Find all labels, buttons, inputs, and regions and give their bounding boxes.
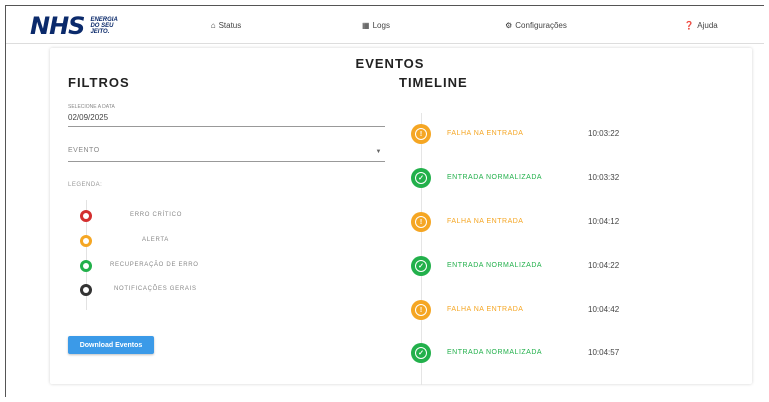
timeline-event-label: FALHA NA ENTRADA [447,130,524,137]
legend-item-notificacoes: NOTIFICAÇÕES GERAIS [80,284,230,298]
help-icon: ❓ [684,20,695,30]
dropdown-arrow-icon: ▼ [375,149,382,155]
top-navbar: NHS ENERGIA DO SEU JEITO. ⌂ Status ▦ Log… [6,6,764,44]
event-select[interactable]: EVENTO ▼ [68,147,385,162]
nav-ajuda[interactable]: ❓ Ajuda [656,6,746,44]
check-icon: ✓ [411,343,431,363]
check-icon: ✓ [411,168,431,188]
filters-title: FILTROS [68,75,130,90]
timeline-event-label: FALHA NA ENTRADA [447,306,524,313]
timeline-event-time: 10:03:32 [588,173,620,182]
logo-line-3: JEITO. [90,29,110,35]
legend-text: ERRO CRÍTICO [130,212,183,218]
nav-logs-label: Logs [372,20,390,30]
legend-text: ALERTA [142,237,169,243]
recovery-circle-icon [80,260,92,272]
timeline-event: ✓ ENTRADA NORMALIZADA 10:04:57 [411,343,671,365]
timeline-event-label: ENTRADA NORMALIZADA [447,174,543,181]
timeline-event-time: 10:04:57 [588,348,620,357]
timeline-event-label: ENTRADA NORMALIZADA [447,349,543,356]
timeline-event-label: ENTRADA NORMALIZADA [447,262,543,269]
document-icon: ▦ [362,20,370,30]
timeline-event: ! FALHA NA ENTRADA 10:04:42 [411,300,671,322]
download-events-button[interactable]: Download Eventos [68,336,154,354]
legend-item-alerta: ALERTA [80,235,230,249]
nav-ajuda-label: Ajuda [697,20,718,30]
legend-text: RECUPERAÇÃO DE ERRO [110,262,199,268]
logo-mark: NHS [30,12,85,40]
timeline-event-time: 10:04:22 [588,261,620,270]
timeline-event-time: 10:04:42 [588,305,620,314]
timeline-event-time: 10:03:22 [588,129,620,138]
error-circle-icon [80,210,92,222]
logo-tagline: ENERGIA DO SEU JEITO. [90,17,117,35]
nhs-logo[interactable]: NHS ENERGIA DO SEU JEITO. [30,12,118,40]
alert-icon: ! [411,300,431,320]
date-input[interactable]: 02/09/2025 [68,112,385,127]
alert-circle-icon [80,235,92,247]
legend-label: LEGENDA: [68,182,103,188]
nav-configuracoes[interactable]: ⚙ Configurações [481,6,591,44]
timeline-event-time: 10:04:12 [588,217,620,226]
nav-logs[interactable]: ▦ Logs [326,6,426,44]
legend-item-recuperacao: RECUPERAÇÃO DE ERRO [80,260,230,274]
timeline-event: ! FALHA NA ENTRADA 10:03:22 [411,124,671,146]
nav-status-label: Status [218,20,242,30]
alert-icon: ! [411,212,431,232]
date-field-label: SELECIONE A DATA [68,104,115,110]
home-icon: ⌂ [210,20,216,30]
nav-config-label: Configurações [515,20,567,30]
notification-circle-icon [80,284,92,296]
alert-icon: ! [411,124,431,144]
timeline-event-label: FALHA NA ENTRADA [447,218,524,225]
page-title: EVENTOS [355,56,425,71]
check-icon: ✓ [411,256,431,276]
legend-item-erro-critico: ERRO CRÍTICO [80,210,230,224]
nav-status[interactable]: ⌂ Status [176,6,276,44]
timeline-title: TIMELINE [399,75,468,90]
timeline-event: ! FALHA NA ENTRADA 10:04:12 [411,212,671,234]
gears-icon: ⚙ [505,20,513,30]
legend-text: NOTIFICAÇÕES GERAIS [114,286,197,292]
timeline-event: ✓ ENTRADA NORMALIZADA 10:03:32 [411,168,671,190]
event-select-placeholder: EVENTO [68,147,100,154]
timeline-event: ✓ ENTRADA NORMALIZADA 10:04:22 [411,256,671,278]
